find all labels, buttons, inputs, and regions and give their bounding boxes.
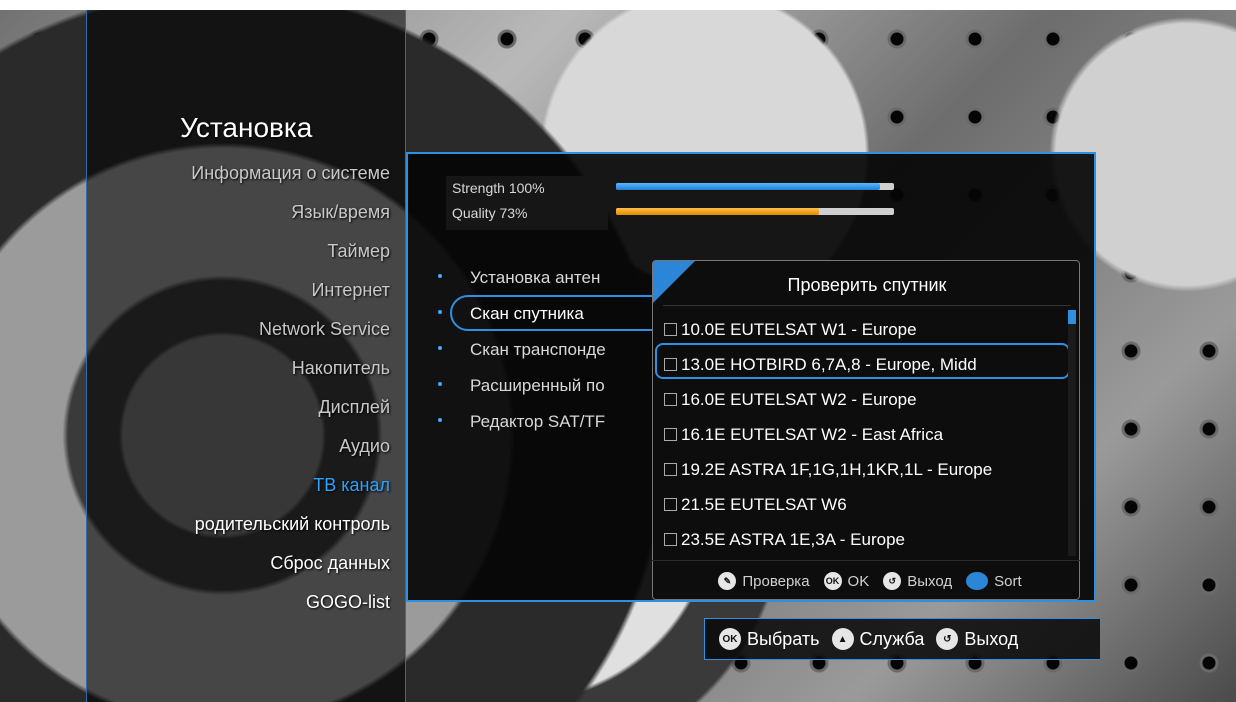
back-icon: ↺ <box>883 572 902 590</box>
menu-item-system-info[interactable]: Информация о системе <box>191 156 390 195</box>
bullet-icon <box>438 418 442 422</box>
page-title: Установка <box>180 112 313 143</box>
dialog-title: Проверить спутник <box>787 275 947 295</box>
menu-item-display[interactable]: Дисплей <box>191 390 390 429</box>
satellite-label: 16.0E EUTELSAT W2 - Europe <box>681 389 917 409</box>
menu-item-timer[interactable]: Таймер <box>191 234 390 273</box>
satellite-item[interactable]: 13.0E HOTBIRD 6,7A,8 - Europe, Midd <box>664 347 992 382</box>
service-hint[interactable]: Служба <box>860 629 925 650</box>
service-icon: ▲ <box>831 628 854 650</box>
settings-menu: Информация о системе Язык/время Таймер И… <box>191 156 390 624</box>
satellite-label: 16.1E EUTELSAT W2 - East Africa <box>681 424 944 444</box>
scan-option-label: Расширенный по <box>470 376 605 395</box>
pencil-icon: ✎ <box>718 572 737 590</box>
quality-label: Quality 73% <box>452 205 528 221</box>
menu-item-language-time[interactable]: Язык/время <box>191 195 390 234</box>
scan-option-advanced[interactable]: Расширенный по <box>434 370 606 406</box>
menu-item-storage[interactable]: Накопитель <box>191 351 390 390</box>
dialog-footer: ✎ Проверка OK OK ↺ Выход ● Sort <box>652 560 1080 601</box>
divider <box>663 305 1071 306</box>
back-icon: ↺ <box>936 628 959 650</box>
scan-option-antenna-setup[interactable]: Установка антен <box>434 262 606 298</box>
quality-bar-fill <box>616 208 819 215</box>
satellite-list: 10.0E EUTELSAT W1 - Europe 13.0E HOTBIRD… <box>664 312 992 557</box>
quality-bar <box>616 208 894 215</box>
exit-hint[interactable]: Выход <box>964 629 1018 650</box>
bullet-icon <box>438 346 442 350</box>
strength-label: Strength 100% <box>452 180 545 196</box>
exit-hint[interactable]: Выход <box>907 573 952 590</box>
satellite-label: 10.0E EUTELSAT W1 - Europe <box>681 319 917 339</box>
scrollbar-thumb[interactable] <box>1068 310 1076 324</box>
ok-hint[interactable]: OK <box>848 573 870 590</box>
scan-option-label: Скан спутника <box>470 304 584 323</box>
menu-item-parental-control[interactable]: родительский контроль <box>191 507 390 546</box>
satellite-scrollbar[interactable] <box>1068 310 1076 556</box>
menu-item-reset[interactable]: Сброс данных <box>191 546 390 585</box>
top-border <box>0 0 1236 10</box>
scan-option-label: Редактор SAT/TF <box>470 412 606 431</box>
bullet-icon <box>438 382 442 386</box>
scan-option-satellite-scan[interactable]: Скан спутника <box>434 298 606 334</box>
satellite-label: 19.2E ASTRA 1F,1G,1H,1KR,1L - Europe <box>681 459 993 479</box>
checkbox-icon[interactable] <box>664 463 677 476</box>
scan-option-label: Установка антен <box>470 268 601 287</box>
satellite-item[interactable]: 19.2E ASTRA 1F,1G,1H,1KR,1L - Europe <box>664 452 992 487</box>
checkbox-icon[interactable] <box>664 358 677 371</box>
checkbox-icon[interactable] <box>664 498 677 511</box>
bullet-icon <box>438 274 442 278</box>
scan-option-transponder-scan[interactable]: Скан транспонде <box>434 334 606 370</box>
checkbox-icon[interactable] <box>664 393 677 406</box>
menu-item-internet[interactable]: Интернет <box>191 273 390 312</box>
checkbox-icon[interactable] <box>664 428 677 441</box>
strength-bar <box>616 183 894 190</box>
scan-option-label: Скан транспонде <box>470 340 606 359</box>
blue-button-icon: ● <box>966 572 989 590</box>
menu-item-tv-channel[interactable]: ТВ канал <box>191 468 390 507</box>
satellite-label: 23.5E ASTRA 1E,3A - Europe <box>681 529 905 549</box>
menu-item-gogo-list[interactable]: GOGO-list <box>191 585 390 624</box>
scan-options-list: Установка антен Скан спутника Скан транс… <box>434 262 606 442</box>
satellite-item[interactable]: 21.5E EUTELSAT W6 <box>664 487 992 522</box>
scan-option-sat-tp-editor[interactable]: Редактор SAT/TF <box>434 406 606 442</box>
menu-item-audio[interactable]: Аудио <box>191 429 390 468</box>
bullet-icon <box>438 310 442 314</box>
ok-icon: OK <box>823 572 842 590</box>
satellite-label: 13.0E HOTBIRD 6,7A,8 - Europe, Midd <box>681 354 977 374</box>
sort-hint[interactable]: Sort <box>994 573 1022 590</box>
bottom-hint-bar: OK Выбрать ▲ Служба ↺ Выход <box>704 618 1100 660</box>
satellite-item[interactable]: 23.5E ASTRA 1E,3A - Europe <box>664 522 992 557</box>
select-hint[interactable]: Выбрать <box>747 629 820 650</box>
strength-bar-fill <box>616 183 881 190</box>
checkbox-icon[interactable] <box>664 323 677 336</box>
check-hint[interactable]: Проверка <box>742 573 809 590</box>
checkbox-icon[interactable] <box>664 533 677 546</box>
satellite-item[interactable]: 10.0E EUTELSAT W1 - Europe <box>664 312 992 347</box>
menu-item-network-service[interactable]: Network Service <box>191 312 390 351</box>
ok-icon: OK <box>719 628 741 650</box>
satellite-item[interactable]: 16.0E EUTELSAT W2 - Europe <box>664 382 992 417</box>
satellite-label: 21.5E EUTELSAT W6 <box>681 494 847 514</box>
satellite-item[interactable]: 16.1E EUTELSAT W2 - East Africa <box>664 417 992 452</box>
